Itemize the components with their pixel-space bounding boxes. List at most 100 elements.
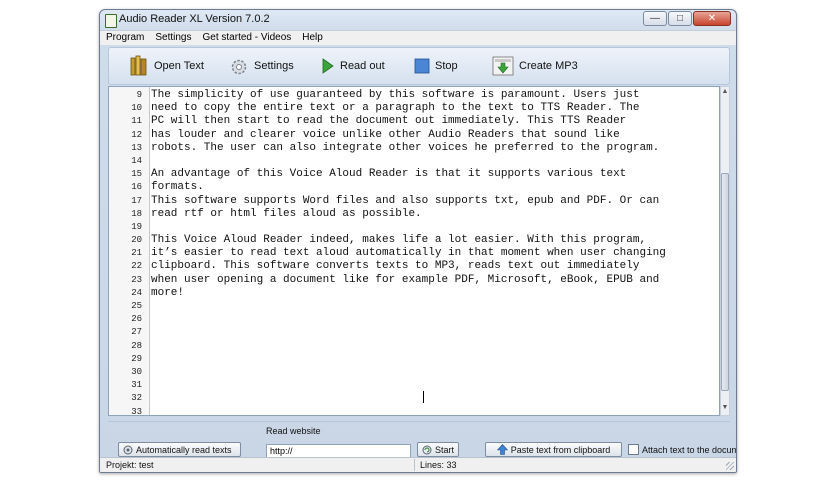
editor-line: 11 PC will then start to read the documen… (109, 115, 719, 128)
editor-line: 29 (109, 353, 719, 366)
editor-line: 18 read rtf or html files aloud as possib… (109, 208, 719, 221)
app-window: Audio Reader XL Version 7.0.2 — □ ✕ Prog… (99, 9, 737, 473)
window-title: Audio Reader XL Version 7.0.2 (119, 13, 270, 25)
line-text: An advantage of this Voice Aloud Reader … (151, 168, 627, 181)
line-number: 16 (131, 182, 142, 193)
bottom-panel: Automatically read texts Read website St… (108, 421, 736, 458)
line-text: robots. The user can also integrate othe… (151, 141, 660, 154)
stop-icon (414, 55, 430, 77)
line-number: 21 (131, 248, 142, 259)
editor-line: 19 (109, 221, 719, 234)
speaker-icon (123, 445, 133, 455)
menu-settings[interactable]: Settings (149, 31, 196, 45)
status-projekt: Projekt: test (106, 460, 154, 470)
line-number: 12 (131, 129, 142, 140)
line-number: 32 (131, 393, 142, 404)
website-url-input[interactable] (266, 444, 411, 458)
editor-lines: 9 The simplicity of use guaranteed by thi… (109, 89, 719, 416)
line-text: The simplicity of use guaranteed by this… (151, 89, 640, 101)
status-line-count: Lines: 33 (420, 460, 457, 470)
paste-label: Paste text from clipboard (510, 444, 611, 455)
refresh-icon (422, 445, 432, 455)
read-out-label: Read out (340, 60, 385, 72)
editor-line: 25 (109, 300, 719, 313)
line-number: 26 (131, 314, 142, 325)
editor-line: 31 (109, 379, 719, 392)
line-text: formats. (151, 181, 204, 194)
line-text: PC will then start to read the document … (151, 115, 627, 128)
stop-button[interactable]: Stop (414, 53, 458, 79)
editor-line: 30 (109, 366, 719, 379)
editor-line: 10 need to copy the entire text or a para… (109, 102, 719, 115)
start-label: Start (435, 444, 455, 455)
minimize-button[interactable]: — (643, 11, 667, 26)
line-number: 29 (131, 353, 142, 364)
editor-line: 27 (109, 326, 719, 339)
line-number: 27 (131, 327, 142, 338)
line-number: 14 (131, 155, 142, 166)
auto-read-label: Automatically read texts (136, 444, 232, 455)
line-text: This software supports Word files and al… (151, 194, 660, 207)
line-number: 11 (131, 116, 142, 127)
line-text: clipboard. This software converts texts … (151, 260, 640, 273)
up-arrow-icon (496, 444, 508, 455)
editor-line: 28 (109, 340, 719, 353)
menu-program[interactable]: Program (100, 31, 149, 45)
settings-label: Settings (254, 60, 294, 72)
line-text: it’s easier to read text aloud automatic… (151, 247, 666, 260)
editor-line: 14 (109, 155, 719, 168)
editor-line: 26 (109, 313, 719, 326)
mp3-icon (492, 55, 514, 77)
checkbox-box[interactable] (628, 444, 639, 455)
line-number: 33 (131, 406, 142, 416)
status-bar: Projekt: test Lines: 33 (100, 457, 736, 472)
read-out-button[interactable]: Read out (321, 53, 385, 79)
line-number: 19 (131, 221, 142, 232)
editor-line: 22 clipboard. This software converts text… (109, 260, 719, 273)
menu-help[interactable]: Help (296, 31, 328, 45)
editor-line: 12 has louder and clearer voice unlike ot… (109, 129, 719, 142)
editor-line: 20 This Voice Aloud Reader indeed, makes … (109, 234, 719, 247)
start-button[interactable]: Start (417, 442, 459, 457)
text-editor[interactable]: 9 The simplicity of use guaranteed by thi… (108, 86, 720, 416)
menu-get-started-videos[interactable]: Get started - Videos (197, 31, 297, 45)
open-text-button[interactable]: Open Text (129, 53, 204, 79)
line-number: 20 (131, 235, 142, 246)
editor-line: 15 An advantage of this Voice Aloud Reade… (109, 168, 719, 181)
editor-line: 32 (109, 392, 719, 405)
vertical-scrollbar[interactable]: ▲ ▼ (720, 86, 730, 416)
close-button[interactable]: ✕ (693, 11, 731, 26)
attach-text-label: Attach text to the document (642, 444, 736, 455)
books-icon (129, 55, 149, 77)
paste-clipboard-button[interactable]: Paste text from clipboard (485, 442, 622, 457)
editor-line: 17 This software supports Word files and … (109, 195, 719, 208)
line-text: read rtf or html files aloud as possible… (151, 207, 422, 220)
settings-button[interactable]: Settings (229, 53, 294, 79)
scroll-thumb[interactable] (721, 173, 729, 391)
text-cursor (423, 391, 424, 403)
resize-grip-icon[interactable] (726, 462, 734, 470)
editor-line: 21 it’s easier to read text aloud automat… (109, 247, 719, 260)
line-number: 15 (131, 169, 142, 180)
stop-label: Stop (435, 60, 458, 72)
maximize-button[interactable]: □ (668, 11, 692, 26)
play-icon (321, 55, 335, 77)
line-number: 25 (131, 301, 142, 311)
create-mp3-label: Create MP3 (519, 60, 578, 72)
line-number: 22 (131, 261, 142, 272)
editor-line: 13 robots. The user can also integrate ot… (109, 142, 719, 155)
auto-read-button[interactable]: Automatically read texts (118, 442, 241, 457)
title-bar[interactable]: Audio Reader XL Version 7.0.2 — □ ✕ (100, 10, 736, 30)
line-text: when user opening a document like for ex… (151, 273, 660, 286)
scroll-up-icon[interactable]: ▲ (721, 88, 729, 98)
line-text: more! (151, 286, 185, 299)
line-number: 13 (131, 142, 142, 153)
editor-line: 9 The simplicity of use guaranteed by thi… (109, 89, 719, 102)
scroll-down-icon[interactable]: ▼ (721, 404, 729, 414)
app-icon (105, 14, 117, 28)
create-mp3-button[interactable]: Create MP3 (492, 53, 578, 79)
attach-text-checkbox[interactable]: Attach text to the document (628, 444, 736, 455)
menu-bar: Program Settings Get started - Videos He… (100, 30, 736, 45)
line-text: has louder and clearer voice unlike othe… (151, 128, 620, 141)
line-text: This Voice Aloud Reader indeed, makes li… (151, 234, 647, 247)
